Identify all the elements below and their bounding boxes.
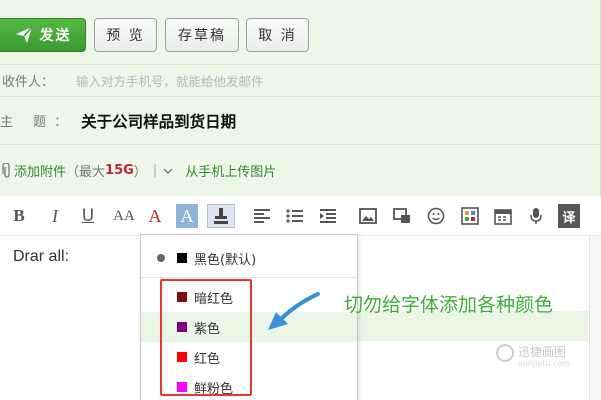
font-size-button[interactable]: AA [111, 204, 137, 228]
color-option-default[interactable]: 黑色(默认) [141, 243, 357, 273]
upload-from-phone-link[interactable]: 从手机上传图片 [185, 161, 276, 180]
menu-divider [141, 277, 357, 278]
recipient-input[interactable]: 输入对方手机号，就能给他发邮件 [76, 71, 264, 90]
color-option-label: 黑色(默认) [194, 252, 257, 268]
align-left-button[interactable] [251, 204, 273, 228]
screenshot-button[interactable] [391, 204, 413, 228]
format-painter-button[interactable] [207, 204, 235, 228]
attachment-separator: | [152, 163, 158, 178]
microphone-icon [530, 208, 542, 224]
compose-toolbar: 发送 预 览 存草稿 取 消 [0, 0, 601, 64]
preview-button[interactable]: 预 览 [94, 18, 157, 52]
attachment-max-size: 15G [105, 163, 134, 178]
annotation-text: 切勿给字体添加各种颜色 [344, 294, 554, 316]
annotation-arrow-icon [268, 292, 320, 330]
watermark-logo-icon [496, 343, 514, 362]
italic-button[interactable]: I [44, 204, 66, 228]
font-color-button[interactable]: A [144, 204, 166, 228]
emoji-button[interactable] [425, 204, 447, 228]
attachment-paren-open: （最大 [66, 165, 106, 180]
voice-input-button[interactable] [525, 204, 547, 228]
attachment-paren-close: ） [133, 165, 147, 180]
subject-label: 主 题： [0, 115, 76, 130]
template-button[interactable] [459, 204, 481, 228]
recipient-label: 收件人： [2, 75, 55, 90]
translate-button[interactable]: 译 [558, 204, 580, 228]
color-swatch-black [177, 253, 187, 263]
brush-icon [214, 208, 228, 224]
bullet-list-button[interactable] [284, 204, 306, 228]
recipient-row: 收件人： 输入对方手机号，就能给他发邮件 [0, 64, 601, 96]
watermark-text: 迅捷画图 [518, 345, 567, 359]
image-icon [359, 208, 377, 224]
annotation-highlight-box [160, 279, 252, 396]
watermark: 迅捷画图 xunjietu.com [496, 343, 570, 368]
screenshot-icon [393, 208, 410, 223]
subject-row: 主 题： 关于公司样品到货日期 [0, 96, 601, 144]
attachment-row: 添加附件 （最大 15G ） | 从手机上传图片 [0, 144, 601, 196]
indent-icon [320, 209, 336, 223]
send-plane-icon [15, 26, 33, 43]
background-color-button[interactable]: A [176, 204, 198, 228]
send-label: 发送 [39, 28, 72, 44]
paperclip-icon [2, 162, 10, 178]
align-left-icon [254, 209, 270, 223]
editor-text: Drar all: [13, 248, 70, 265]
save-draft-button[interactable]: 存草稿 [165, 18, 239, 52]
cancel-button[interactable]: 取 消 [246, 18, 309, 52]
calendar-icon [494, 209, 512, 225]
editor-scrollbar[interactable] [589, 236, 601, 400]
subject-input[interactable]: 关于公司样品到货日期 [81, 110, 236, 132]
indent-button[interactable] [317, 204, 339, 228]
format-toolbar: B I U AA A A 译 [0, 196, 601, 236]
template-icon [461, 207, 479, 225]
underline-button[interactable]: U [77, 204, 99, 228]
bold-button[interactable]: B [8, 204, 30, 228]
calendar-button[interactable] [492, 204, 514, 228]
emoji-icon [427, 207, 445, 225]
send-button[interactable]: 发送 [0, 18, 86, 52]
bullet-list-icon [286, 209, 303, 223]
selected-dot-icon [157, 254, 165, 262]
add-attachment-link[interactable]: 添加附件 [14, 161, 66, 180]
insert-image-button[interactable] [357, 204, 379, 228]
chevron-down-icon[interactable] [163, 167, 173, 175]
watermark-subtext: xunjietu.com [518, 359, 571, 368]
